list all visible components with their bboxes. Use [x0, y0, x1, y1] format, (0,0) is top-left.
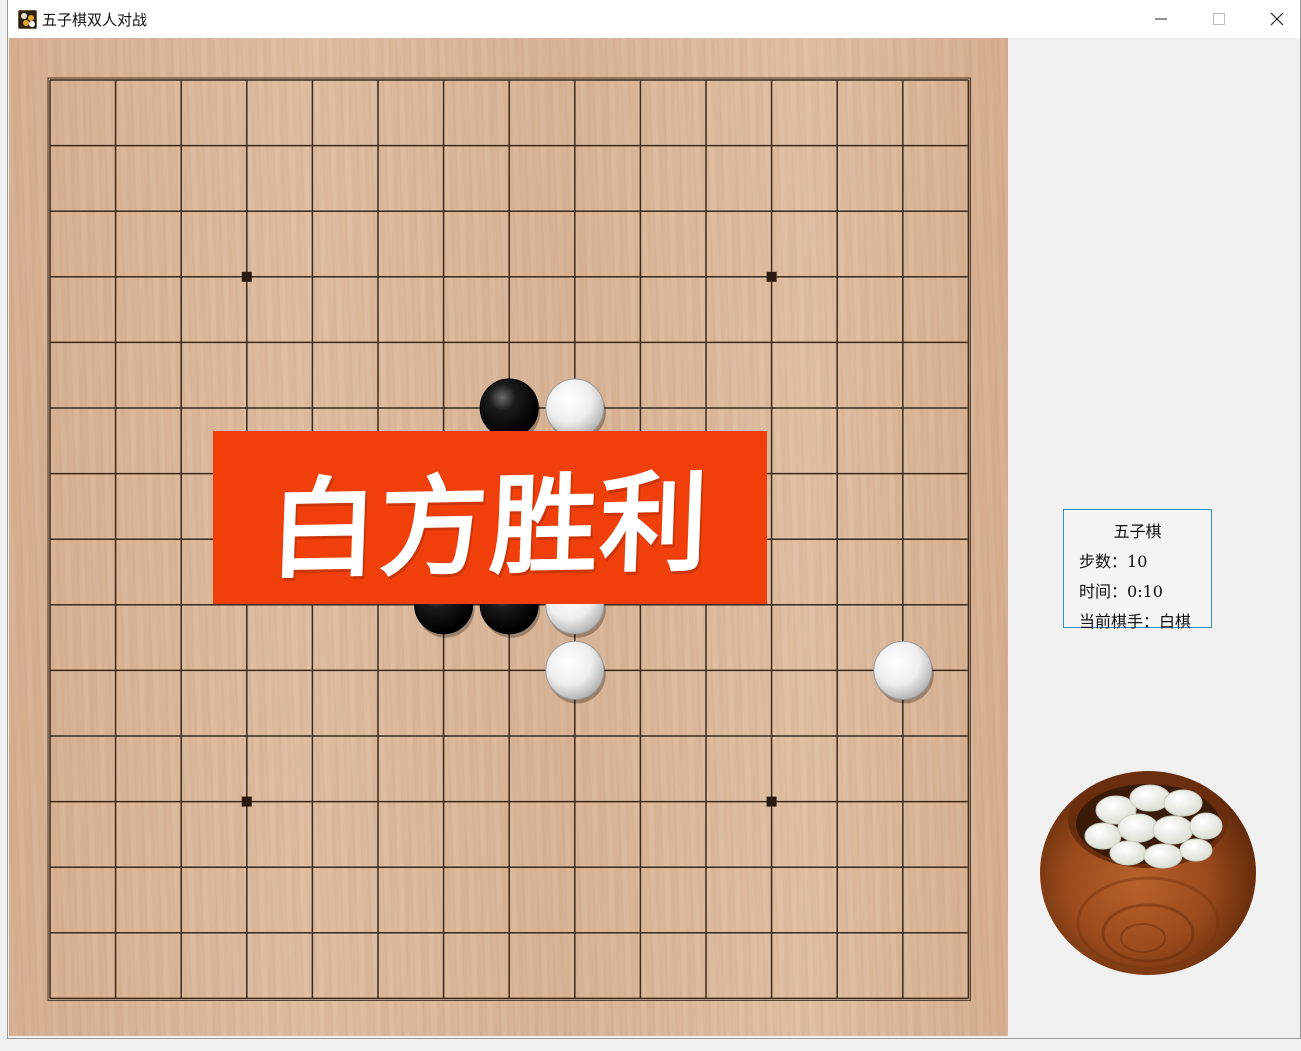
- player-value: 白棋: [1159, 612, 1192, 631]
- window-title: 五子棋双人对战: [42, 11, 148, 29]
- game-info-box: 五子棋 步数：10 时间：0:10 当前棋手：白棋: [1063, 509, 1212, 631]
- player-label: 当前棋手：: [1079, 612, 1160, 631]
- app-icon: [18, 10, 37, 29]
- game-board[interactable]: 白方胜利: [9, 38, 1008, 1036]
- white-stone: [873, 640, 934, 704]
- win-banner: 白方胜利: [213, 431, 767, 604]
- minimize-button[interactable]: [1132, 0, 1190, 38]
- status-strip: [0, 1039, 1301, 1051]
- win-banner-text: 白方胜利: [267, 460, 712, 594]
- time-value: 0:10: [1127, 582, 1163, 601]
- close-icon: [1270, 12, 1284, 26]
- side-panel: 五子棋 步数：10 时间：0:10 当前棋手：白棋: [1008, 38, 1300, 1036]
- close-button[interactable]: [1248, 0, 1301, 38]
- maximize-icon: [1213, 13, 1225, 25]
- steps-row: 步数：10: [1079, 548, 1147, 572]
- steps-label: 步数：: [1079, 552, 1128, 571]
- time-row: 时间：0:10: [1079, 578, 1163, 602]
- info-title: 五子棋: [1113, 522, 1162, 541]
- title-bar[interactable]: 五子棋双人对战: [8, 0, 1300, 38]
- star-point: [766, 796, 777, 807]
- time-label: 时间：: [1079, 582, 1128, 601]
- star-point: [766, 271, 777, 282]
- player-row: 当前棋手：白棋: [1079, 608, 1191, 632]
- maximize-button[interactable]: [1190, 0, 1248, 38]
- star-point: [241, 271, 252, 282]
- white-stone: [545, 640, 606, 704]
- star-point: [241, 796, 252, 807]
- steps-value: 10: [1127, 552, 1148, 571]
- minimize-icon: [1155, 18, 1167, 20]
- game-window: 五子棋双人对战 白方胜利 五子棋 步数：10 时间：0:10 当前棋手：白棋: [7, 0, 1301, 1039]
- stone-bowl-icon: [1040, 771, 1256, 975]
